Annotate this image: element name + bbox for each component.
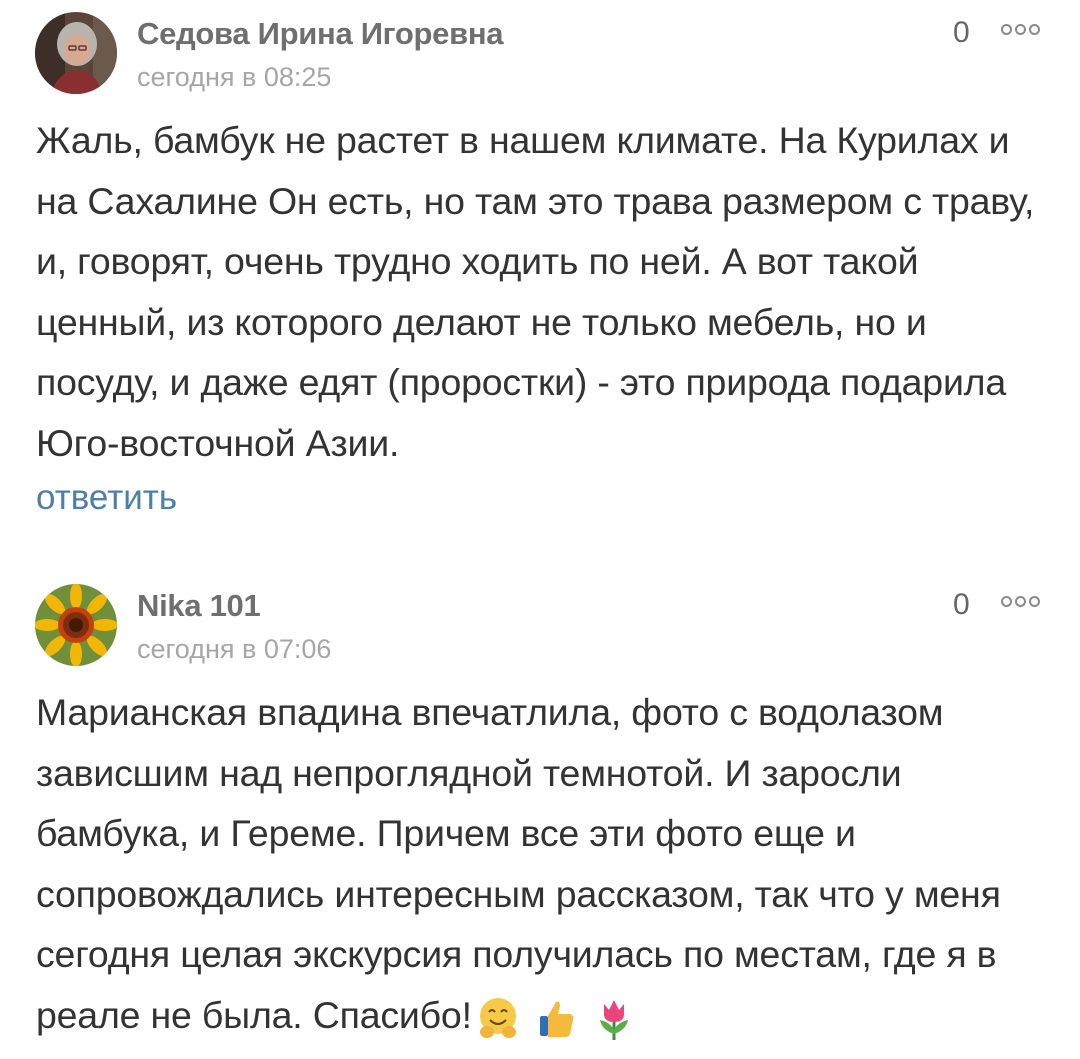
- comment-text-container: Марианская впадина впечатлила, фото с во…: [36, 682, 1046, 1045]
- comment-timestamp: сегодня в 08:25: [137, 62, 332, 92]
- avatar[interactable]: [35, 584, 117, 666]
- author-name[interactable]: Nika 101: [137, 588, 261, 624]
- sunflower-photo-icon: [35, 584, 117, 666]
- comment-rating: 0: [953, 588, 970, 621]
- author-name[interactable]: Седова Ирина Игоревна: [137, 16, 504, 52]
- thumbs-up-emoji-icon: [539, 1001, 574, 1037]
- avatar[interactable]: [35, 12, 117, 94]
- more-options-icon[interactable]: [1001, 590, 1043, 612]
- comment-timestamp: сегодня в 07:06: [137, 634, 332, 664]
- hugging-face-emoji-icon: [479, 997, 516, 1038]
- reply-link[interactable]: ответить: [36, 478, 177, 518]
- comment-rating: 0: [953, 16, 970, 49]
- comment-text: Марианская впадина впечатлила, фото с во…: [36, 691, 1001, 1036]
- tulip-emoji-icon: [599, 999, 628, 1040]
- comment-text: Жаль, бамбук не растет в нашем климате. …: [36, 119, 1035, 464]
- portrait-photo-icon: [35, 12, 117, 94]
- emoji-row: [474, 994, 638, 1042]
- more-options-icon[interactable]: [1001, 18, 1043, 40]
